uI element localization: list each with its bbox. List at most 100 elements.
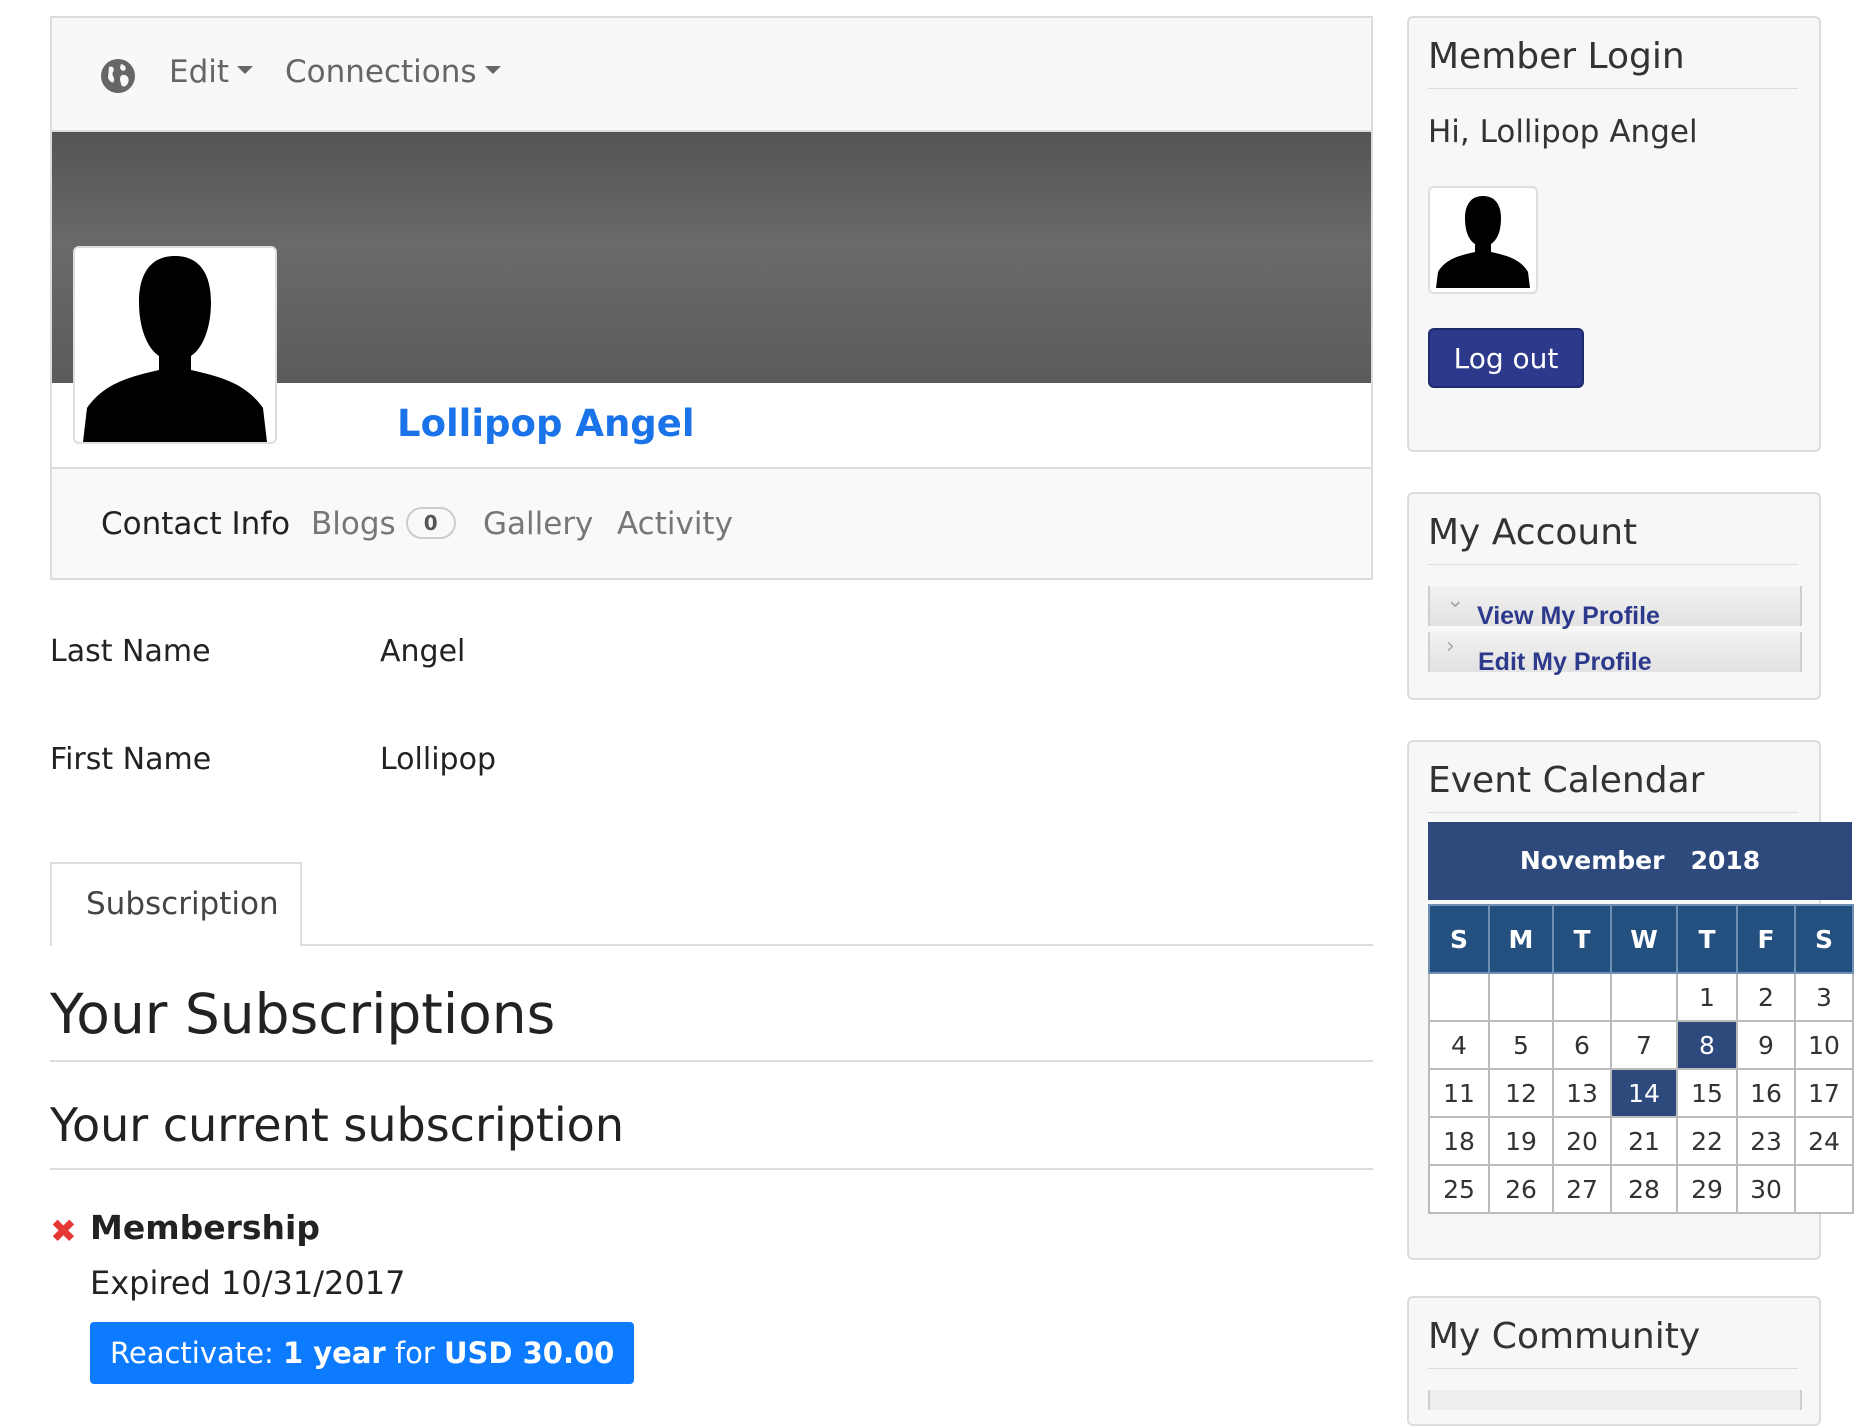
x-mark-icon: ✖: [50, 1212, 77, 1250]
tab-blogs[interactable]: Blogs 0: [311, 506, 456, 542]
blogs-count-badge: 0: [405, 506, 456, 539]
calendar-day[interactable]: 13: [1552, 1068, 1612, 1118]
divider: [1428, 564, 1798, 565]
calendar-grid: SMTWTFS 1 2 3 4 5 6 7 8 9 10 11 12 13 14 15 16 17 18 19 20 2…: [1428, 904, 1854, 1214]
last-name-label: Last Name: [50, 634, 211, 669]
calendar-week: 4 5 6 7 8 9 10: [1428, 1020, 1854, 1070]
connections-menu-label: Connections: [285, 54, 477, 90]
calendar-day[interactable]: 23: [1736, 1116, 1796, 1166]
tab-label: Gallery: [483, 506, 594, 542]
calendar-weekday: W: [1610, 904, 1678, 974]
my-account-title: My Account: [1428, 512, 1638, 553]
user-silhouette-icon: [83, 256, 267, 442]
tab-label: Activity: [617, 506, 733, 542]
reactivate-price: USD 30.00: [444, 1336, 615, 1370]
reactivate-prefix: Reactivate:: [110, 1336, 283, 1370]
caret-down-icon: [237, 65, 254, 74]
calendar-weekday: M: [1488, 904, 1554, 974]
greeting-text: Hi, Lollipop Angel: [1428, 114, 1698, 150]
last-name-value: Angel: [380, 634, 466, 669]
calendar-day[interactable]: 4: [1428, 1020, 1490, 1070]
divider: [1428, 1368, 1798, 1369]
tab-activity[interactable]: Activity: [617, 506, 733, 542]
calendar-empty-cell: [1552, 972, 1612, 1022]
calendar-day[interactable]: 28: [1610, 1164, 1678, 1214]
calendar-empty-cell: [1428, 972, 1490, 1022]
edit-menu-label: Edit: [169, 54, 230, 90]
calendar-week: 123: [1428, 972, 1854, 1022]
community-link-row[interactable]: [1428, 1390, 1802, 1410]
divider: [50, 1168, 1373, 1170]
tab-contact-info[interactable]: Contact Info: [101, 506, 290, 542]
calendar-day[interactable]: 29: [1676, 1164, 1738, 1214]
calendar-day[interactable]: 10: [1794, 1020, 1854, 1070]
tab-subscription-label: Subscription: [86, 886, 279, 922]
calendar-day[interactable]: 11: [1428, 1068, 1490, 1118]
subscription-expiry: Expired 10/31/2017: [90, 1264, 406, 1302]
chevron-right-icon: ›: [1446, 634, 1455, 659]
divider: [50, 1060, 1373, 1062]
calendar-day[interactable]: 22: [1676, 1116, 1738, 1166]
edit-menu[interactable]: Edit: [169, 54, 254, 90]
calendar-day[interactable]: 14: [1610, 1068, 1678, 1118]
connections-menu[interactable]: Connections: [285, 54, 501, 90]
current-subscription-heading: Your current subscription: [50, 1098, 624, 1152]
calendar-day[interactable]: 19: [1488, 1116, 1554, 1166]
calendar-day[interactable]: 12: [1488, 1068, 1554, 1118]
globe-icon[interactable]: [100, 58, 136, 94]
user-silhouette-icon: [1436, 196, 1530, 288]
calendar-day[interactable]: 3: [1794, 972, 1854, 1022]
divider: [1428, 812, 1798, 813]
calendar-day[interactable]: 2: [1736, 972, 1796, 1022]
calendar-day[interactable]: 5: [1488, 1020, 1554, 1070]
calendar-empty-cell: [1794, 1164, 1854, 1214]
calendar-day[interactable]: 25: [1428, 1164, 1490, 1214]
member-avatar[interactable]: [1428, 186, 1538, 294]
calendar-day[interactable]: 9: [1736, 1020, 1796, 1070]
calendar-day[interactable]: 1: [1676, 972, 1738, 1022]
reactivate-middle: for: [385, 1336, 444, 1370]
calendar-day[interactable]: 30: [1736, 1164, 1796, 1214]
tab-subscription[interactable]: Subscription: [50, 862, 302, 946]
view-my-profile-link[interactable]: View My Profile: [1477, 602, 1660, 631]
member-login-title: Member Login: [1428, 36, 1685, 77]
logout-button[interactable]: Log out: [1428, 328, 1584, 388]
first-name-value: Lollipop: [380, 742, 496, 777]
calendar-weekday: S: [1794, 904, 1854, 974]
caret-down-icon: [484, 65, 501, 74]
calendar-year: 2018: [1690, 846, 1761, 875]
reactivate-button[interactable]: Reactivate: 1 year for USD 30.00: [90, 1322, 635, 1384]
calendar-day[interactable]: 7: [1610, 1020, 1678, 1070]
calendar-day[interactable]: 17: [1794, 1068, 1854, 1118]
reactivate-term: 1 year: [282, 1336, 386, 1370]
first-name-label: First Name: [50, 742, 212, 777]
subscriptions-heading: Your Subscriptions: [50, 982, 556, 1046]
my-community-title: My Community: [1428, 1316, 1701, 1357]
tab-gallery[interactable]: Gallery: [483, 506, 593, 542]
calendar-day[interactable]: 27: [1552, 1164, 1612, 1214]
tab-divider: [300, 944, 1373, 946]
edit-my-profile-link[interactable]: Edit My Profile: [1478, 648, 1652, 677]
calendar-empty-cell: [1488, 972, 1554, 1022]
profile-name[interactable]: Lollipop Angel: [397, 402, 695, 445]
profile-avatar[interactable]: [73, 246, 277, 444]
calendar-week: 11 12 13 14 15 16 17: [1428, 1068, 1854, 1118]
calendar-weekday: T: [1676, 904, 1738, 974]
divider: [1428, 88, 1798, 89]
calendar-day[interactable]: 16: [1736, 1068, 1796, 1118]
calendar-week: 18 19 20 21 22 23 24: [1428, 1116, 1854, 1166]
calendar-weekday: S: [1428, 904, 1490, 974]
chevron-down-icon: ⌄: [1446, 588, 1465, 613]
calendar-day[interactable]: 18: [1428, 1116, 1490, 1166]
calendar-month-title: November 2018: [1428, 846, 1852, 875]
calendar-day[interactable]: 6: [1552, 1020, 1612, 1070]
calendar-day[interactable]: 20: [1552, 1116, 1612, 1166]
tab-label: Blogs: [311, 506, 396, 542]
calendar-day[interactable]: 8: [1676, 1020, 1738, 1070]
calendar-day[interactable]: 26: [1488, 1164, 1554, 1214]
calendar-day[interactable]: 24: [1794, 1116, 1854, 1166]
calendar-week: 25 26 27 28 29 30: [1428, 1164, 1854, 1214]
calendar-weekday: F: [1736, 904, 1796, 974]
calendar-day[interactable]: 21: [1610, 1116, 1678, 1166]
calendar-day[interactable]: 15: [1676, 1068, 1738, 1118]
